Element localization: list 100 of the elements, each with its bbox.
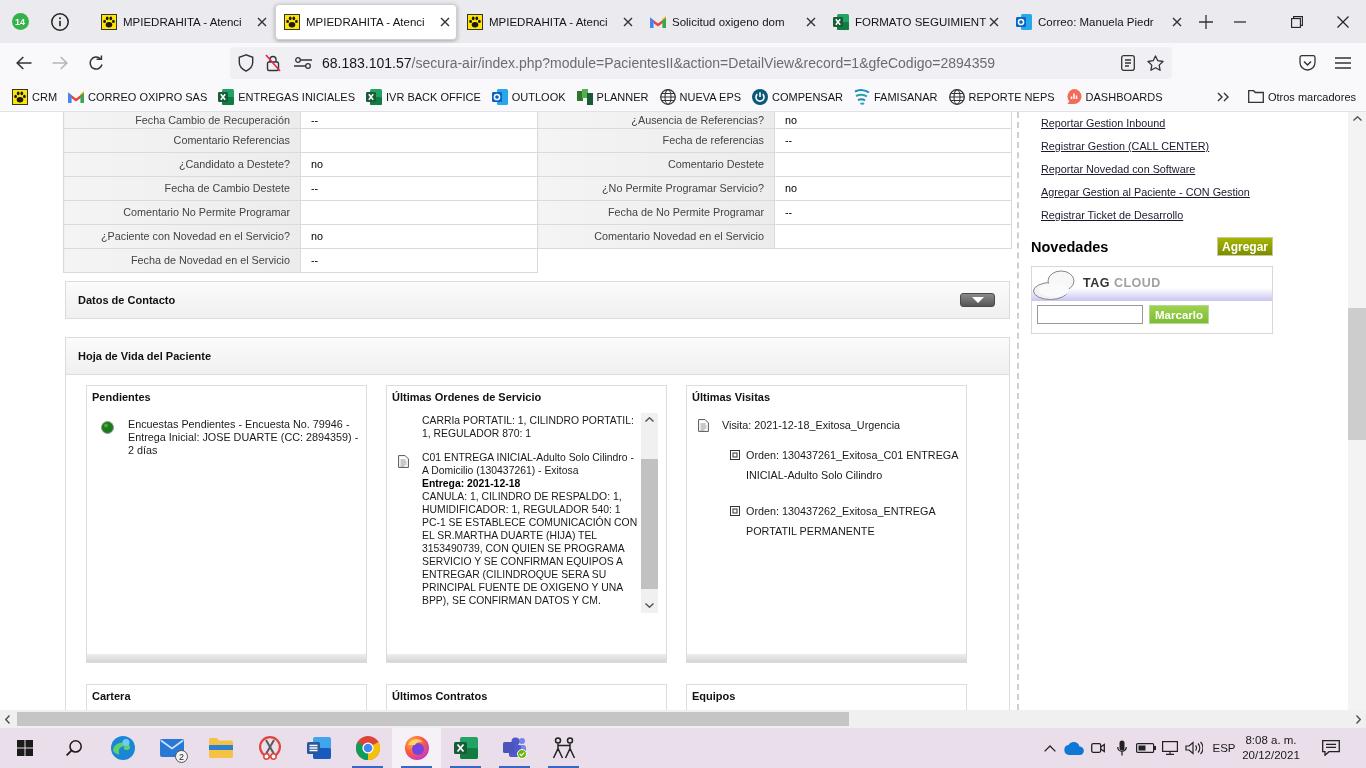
browser-tab[interactable]: Correo: Manuela Piedr xyxy=(1007,3,1189,40)
scissors-icon xyxy=(258,736,281,760)
chevrons-right-icon[interactable] xyxy=(1216,91,1229,102)
order-entry[interactable]: Orden: 130437261_Exitosa_C01 ENTREGA INICIAL-Adulto Solo Cilindro xyxy=(746,444,961,485)
action-link[interactable]: Registrar Gestion (CALL CENTER) xyxy=(1041,140,1210,153)
cloud-icon[interactable] xyxy=(1064,741,1084,755)
bookmark[interactable]: NUEVA EPS xyxy=(659,84,742,109)
bookmark[interactable]: COMPENSAR xyxy=(752,84,843,109)
info-icon[interactable] xyxy=(51,12,69,31)
action-link[interactable]: Agregar Gestion al Paciente - CON Gestion xyxy=(1041,186,1250,199)
order-detail: CARRIa PORTATIL: 1, CILINDRO PORTATIL: 1, REGULADOR 870: 1 xyxy=(422,413,635,440)
order-detail: CANULA: 1, CILINDRO DE RESPALDO: 1, HUMIDIFICADOR: 1, REGULADOR 540: 1 PC-1 SE ESTABLECE COMUNICACIÓN CON EL SR.MARTHA DUARTE (HIJA) TEL 3153490739, CON QUIEN SE PROGRAMA SERVICIO Y SE CONFIRMAN EQUIPOS A ENTREGAR (CILINDROQUE SERA SU PRINCIPAL FUENTE DE OXIGENO Y UNA BPP), SE CONFIRMAN DATOS Y CM. xyxy=(422,489,639,607)
bookmark[interactable]: FAMISANAR xyxy=(854,84,938,109)
caret-up-icon[interactable] xyxy=(645,416,654,422)
speaker-icon[interactable] xyxy=(1185,741,1203,755)
clock-time[interactable]: 8:08 a. m. xyxy=(1245,733,1297,748)
close-icon[interactable] xyxy=(806,16,816,27)
wave-lines-icon xyxy=(854,88,870,105)
browser-tab[interactable]: MPIEDRAHITA - Atenci xyxy=(458,3,640,40)
restore-icon[interactable] xyxy=(1291,15,1303,28)
notification-icon[interactable] xyxy=(1322,740,1340,756)
start-icon[interactable] xyxy=(16,740,33,756)
color-wheel-icon xyxy=(355,736,380,760)
bookmark[interactable]: IVR BACK OFFICE xyxy=(366,84,481,109)
bookmark[interactable]: DASHBOARDS xyxy=(1065,84,1163,109)
close-icon[interactable] xyxy=(1172,16,1182,27)
browser-tab[interactable]: MPIEDRAHITA - Atenci xyxy=(275,3,457,40)
lock-slash-icon[interactable] xyxy=(265,53,281,72)
card-title: Últimos Contratos xyxy=(391,688,489,703)
pending-item[interactable]: Encuestas Pendientes - Encuesta No. 79946 - Entrega Inicial: JOSE DUARTE (CC: 2894359) - 2 días xyxy=(128,417,364,457)
search-icon[interactable] xyxy=(65,740,82,756)
bookmark-folder[interactable]: Otros marcadores xyxy=(1247,84,1356,109)
action-link[interactable]: Registrar Ticket de Desarrollo xyxy=(1041,209,1184,222)
shield-icon[interactable] xyxy=(238,53,254,72)
tag-input[interactable] xyxy=(1037,305,1143,324)
address-bar[interactable]: 68.183.101.57/secura-air/index.php?module=PacientesII&action=DetailView&record=1&gfeCodigo=2894359 xyxy=(230,46,1172,79)
scrollbar-thumb[interactable] xyxy=(1348,308,1366,440)
clock-date[interactable]: 20/12/2021 xyxy=(1242,748,1300,763)
document-icon xyxy=(698,418,709,432)
microphone-icon[interactable] xyxy=(1117,740,1127,756)
language-indicator[interactable]: ESP xyxy=(1206,742,1242,754)
browser-tab[interactable]: Solicitud oxigeno dom xyxy=(641,3,823,40)
power-icon xyxy=(752,88,769,105)
reader-icon[interactable] xyxy=(1121,54,1135,71)
order-date: Entrega: 2021-12-18 xyxy=(422,476,521,490)
close-icon[interactable] xyxy=(440,16,450,27)
close-icon[interactable] xyxy=(1337,15,1349,28)
close-icon[interactable] xyxy=(989,16,999,27)
o-tile-icon xyxy=(491,88,508,105)
order-entry[interactable]: Orden: 130437262_Exitosa_ENTREGA PORTATIL PERMANENTE xyxy=(746,500,961,541)
minimize-icon[interactable] xyxy=(1234,20,1246,23)
bookmark[interactable]: PLANNER xyxy=(576,84,649,109)
close-icon[interactable] xyxy=(257,16,267,27)
expand-button[interactable] xyxy=(960,292,995,307)
document-tile-icon xyxy=(306,737,331,759)
pocket-icon[interactable] xyxy=(1298,54,1316,71)
bookmark[interactable]: OUTLOOK xyxy=(491,84,566,109)
people-icon xyxy=(551,737,576,759)
card-title: Cartera xyxy=(91,688,132,703)
section-title: Datos de Contacto xyxy=(78,293,176,306)
tiles-icon xyxy=(576,88,593,105)
caret-right-icon[interactable] xyxy=(1356,714,1361,724)
scrollbar[interactable] xyxy=(641,412,658,613)
scrollbar-thumb[interactable] xyxy=(641,458,658,589)
bookmark[interactable]: CORREO OXIPRO SAS xyxy=(68,84,208,109)
square-bullet-icon xyxy=(730,449,740,460)
browser-tab[interactable]: FORMATO SEGUIMIENT xyxy=(824,3,1006,40)
action-link[interactable]: Reportar Gestion Inbound xyxy=(1041,117,1166,130)
field-label: Fecha de No Permite Programar xyxy=(537,200,775,224)
battery-icon[interactable] xyxy=(1136,743,1156,753)
chevron-up-icon[interactable] xyxy=(1044,744,1056,752)
reload-icon[interactable] xyxy=(88,54,104,71)
back-arrow-icon[interactable] xyxy=(16,55,32,70)
bookmark[interactable]: CRM xyxy=(12,84,58,109)
star-icon[interactable] xyxy=(1147,54,1164,71)
plus-icon[interactable] xyxy=(1199,14,1213,29)
o-tile-icon xyxy=(1016,13,1032,30)
scrollbar[interactable] xyxy=(1348,112,1366,710)
field-label: Fecha de referencias xyxy=(537,128,775,152)
monitor-icon[interactable] xyxy=(1162,741,1178,755)
browser-tab[interactable]: MPIEDRAHITA - Atenci xyxy=(92,3,274,40)
bookmark[interactable]: REPORTE NEPS xyxy=(948,84,1055,109)
card-title: Últimas Visitas xyxy=(691,389,772,404)
scrollbar[interactable] xyxy=(0,710,1366,728)
close-icon[interactable] xyxy=(623,16,633,27)
field-label: ¿Candidato a Destete? xyxy=(63,152,301,176)
sliders-icon[interactable] xyxy=(294,56,312,69)
field-label: Fecha Cambio de Recuperación xyxy=(63,112,301,128)
caret-up-icon[interactable] xyxy=(1352,116,1362,121)
taskbar-button[interactable]: 2 xyxy=(147,728,196,768)
field-value: -- xyxy=(774,200,1012,224)
menu-icon[interactable] xyxy=(1335,56,1351,69)
bookmark[interactable]: ENTREGAS INICIALES xyxy=(218,84,356,109)
scrollbar-thumb[interactable] xyxy=(17,712,849,726)
caret-left-icon[interactable] xyxy=(5,714,10,724)
action-link[interactable]: Reportar Novedad con Software xyxy=(1041,163,1196,176)
caret-down-icon[interactable] xyxy=(645,602,654,608)
field-label: Comentario Novedad en el Servicio xyxy=(537,224,775,248)
webcam-icon[interactable] xyxy=(1091,741,1105,755)
visit-entry[interactable]: Visita: 2021-12-18_Exitosa_Urgencia xyxy=(722,414,901,435)
